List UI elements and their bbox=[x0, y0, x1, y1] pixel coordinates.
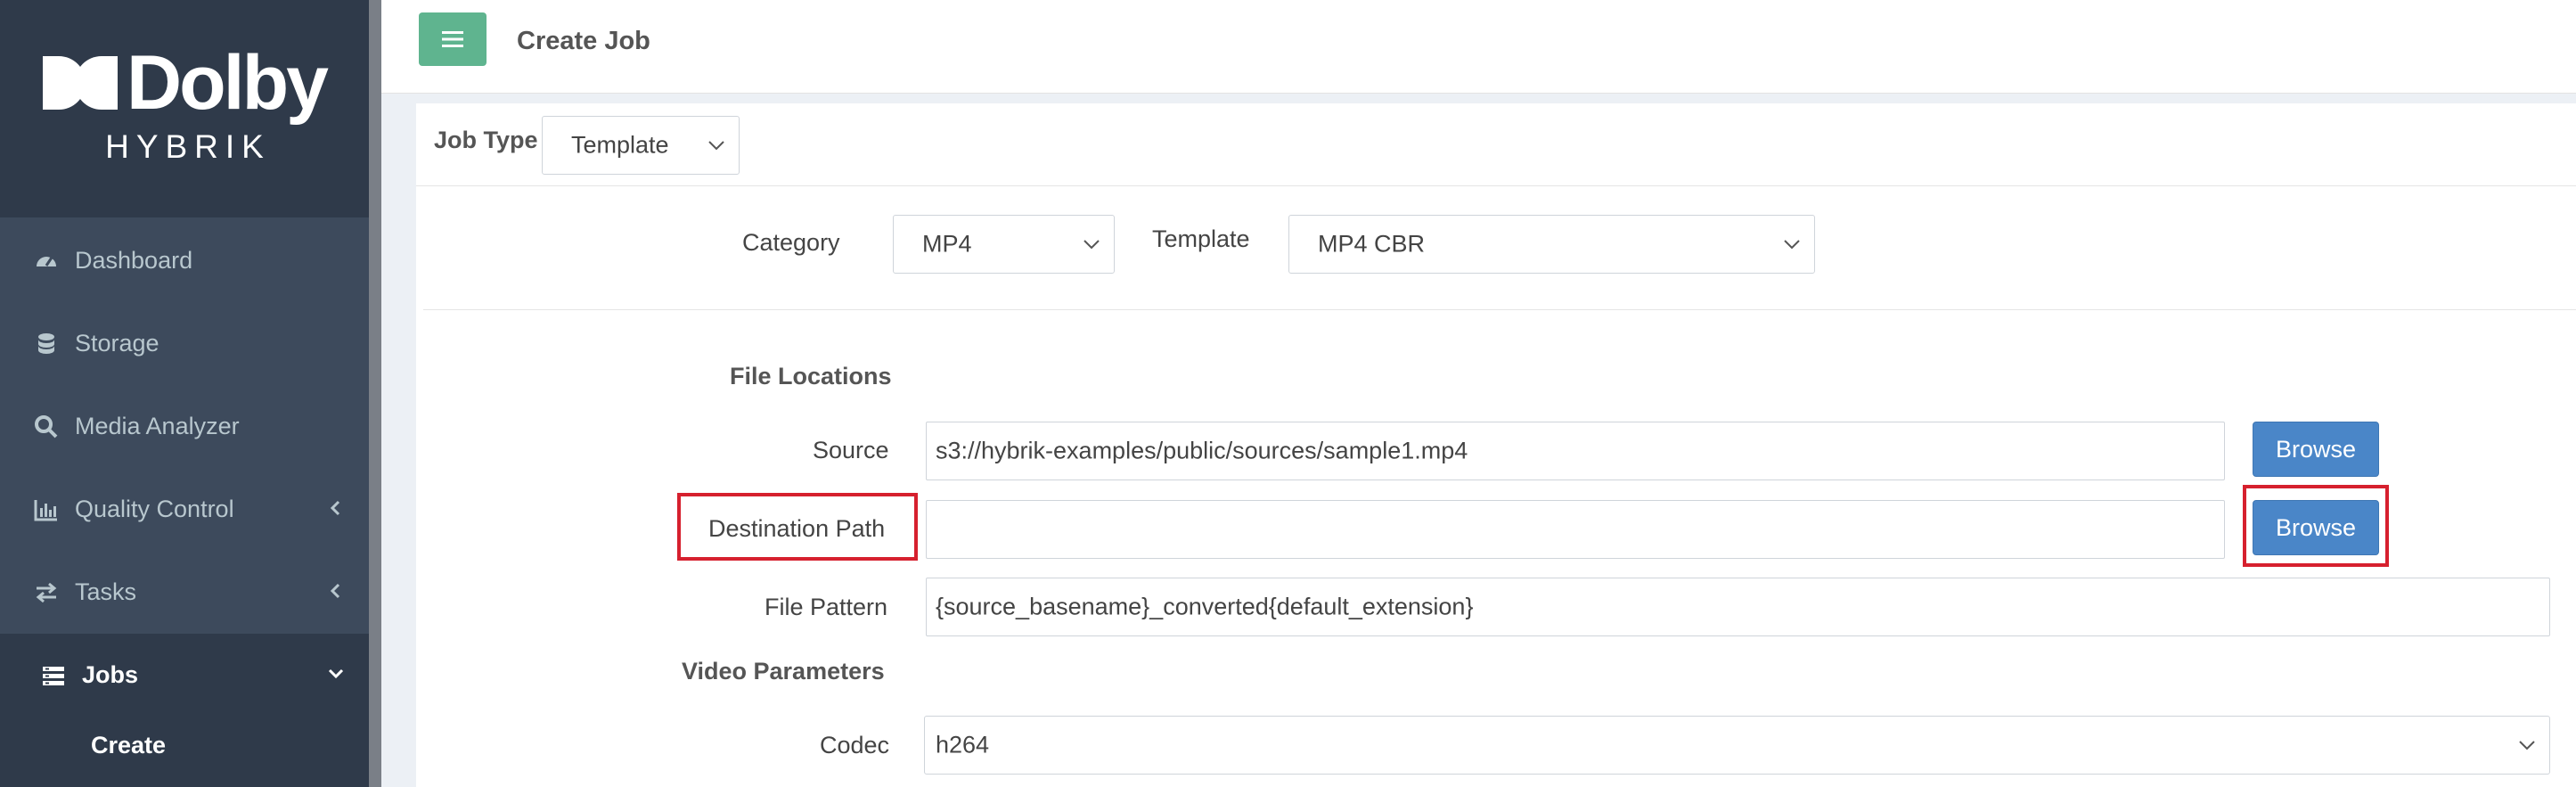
chevron-down-icon bbox=[328, 668, 344, 679]
dolby-logo-icon bbox=[43, 56, 119, 110]
sidebar-item-label: Media Analyzer bbox=[75, 413, 240, 439]
logo[interactable]: Dolby HYBRIK bbox=[0, 0, 369, 217]
source-input[interactable]: s3://hybrik-examples/public/sources/samp… bbox=[926, 422, 2225, 480]
file-pattern-input[interactable]: {source_basename}_converted{default_exte… bbox=[926, 578, 2550, 636]
job-type-label: Job Type bbox=[434, 127, 538, 153]
job-type-value: Template bbox=[571, 131, 669, 159]
sidebar-item-label: Dashboard bbox=[75, 247, 193, 274]
chevron-down-icon bbox=[1784, 240, 1800, 250]
category-select[interactable]: MP4 bbox=[893, 215, 1115, 274]
logo-word: Dolby bbox=[127, 40, 329, 126]
bar-chart-icon bbox=[34, 499, 57, 521]
menu-toggle-button[interactable] bbox=[419, 12, 487, 66]
category-label: Category bbox=[742, 229, 840, 256]
sidebar-subitem-create[interactable]: Create bbox=[0, 707, 369, 787]
page-title: Create Job bbox=[517, 27, 650, 55]
source-browse-button[interactable]: Browse bbox=[2253, 422, 2379, 477]
search-icon bbox=[35, 414, 58, 438]
divider bbox=[423, 309, 2576, 310]
template-label: Template bbox=[1152, 225, 1250, 252]
source-value: s3://hybrik-examples/public/sources/samp… bbox=[936, 437, 1468, 464]
sidebar-item-jobs[interactable]: Jobs bbox=[0, 634, 369, 717]
sidebar-item-label: Quality Control bbox=[75, 496, 234, 522]
sidebar: Dolby HYBRIK Dashboard Storage Media Ana… bbox=[0, 0, 369, 787]
sidebar-item-media-analyzer[interactable]: Media Analyzer bbox=[0, 385, 369, 468]
sidebar-item-label: Storage bbox=[75, 330, 159, 357]
sidebar-item-dashboard[interactable]: Dashboard bbox=[0, 219, 369, 302]
exchange-icon bbox=[36, 582, 57, 603]
sidebar-border bbox=[369, 0, 381, 787]
dashboard-icon bbox=[37, 256, 56, 266]
hamburger-icon bbox=[442, 31, 463, 47]
destination-path-input[interactable] bbox=[926, 500, 2225, 559]
category-value: MP4 bbox=[922, 230, 972, 258]
template-select[interactable]: MP4 CBR bbox=[1288, 215, 1815, 274]
chevron-down-icon bbox=[2519, 741, 2535, 750]
source-label: Source bbox=[813, 437, 889, 463]
browse-button-highlight bbox=[2243, 485, 2389, 567]
file-pattern-value: {source_basename}_converted{default_exte… bbox=[936, 593, 1474, 620]
sidebar-subitem-label: Create bbox=[91, 732, 167, 758]
template-value: MP4 CBR bbox=[1318, 230, 1426, 258]
header: Create Job bbox=[381, 0, 2576, 94]
codec-select[interactable]: h264 bbox=[924, 716, 2550, 775]
jobs-icon bbox=[43, 666, 64, 685]
sidebar-item-quality-control[interactable]: Quality Control bbox=[0, 468, 369, 551]
chevron-left-icon bbox=[330, 583, 340, 599]
job-type-select[interactable]: Template bbox=[542, 116, 740, 175]
sidebar-item-storage[interactable]: Storage bbox=[0, 302, 369, 385]
sidebar-item-label: Jobs bbox=[82, 661, 139, 688]
chevron-down-icon bbox=[708, 141, 724, 151]
logo-subtitle: HYBRIK bbox=[105, 128, 271, 165]
video-parameters-heading: Video Parameters bbox=[682, 658, 885, 685]
divider bbox=[416, 185, 2576, 186]
chevron-down-icon bbox=[1084, 240, 1100, 250]
file-pattern-label: File Pattern bbox=[765, 594, 888, 620]
codec-label: Codec bbox=[820, 732, 890, 758]
chevron-left-icon bbox=[330, 500, 340, 516]
database-icon bbox=[38, 332, 54, 354]
sidebar-item-label: Tasks bbox=[75, 578, 137, 605]
sidebar-item-tasks[interactable]: Tasks bbox=[0, 551, 369, 634]
destination-label-highlight bbox=[677, 493, 918, 561]
file-locations-heading: File Locations bbox=[730, 363, 892, 389]
codec-value: h264 bbox=[936, 731, 990, 758]
